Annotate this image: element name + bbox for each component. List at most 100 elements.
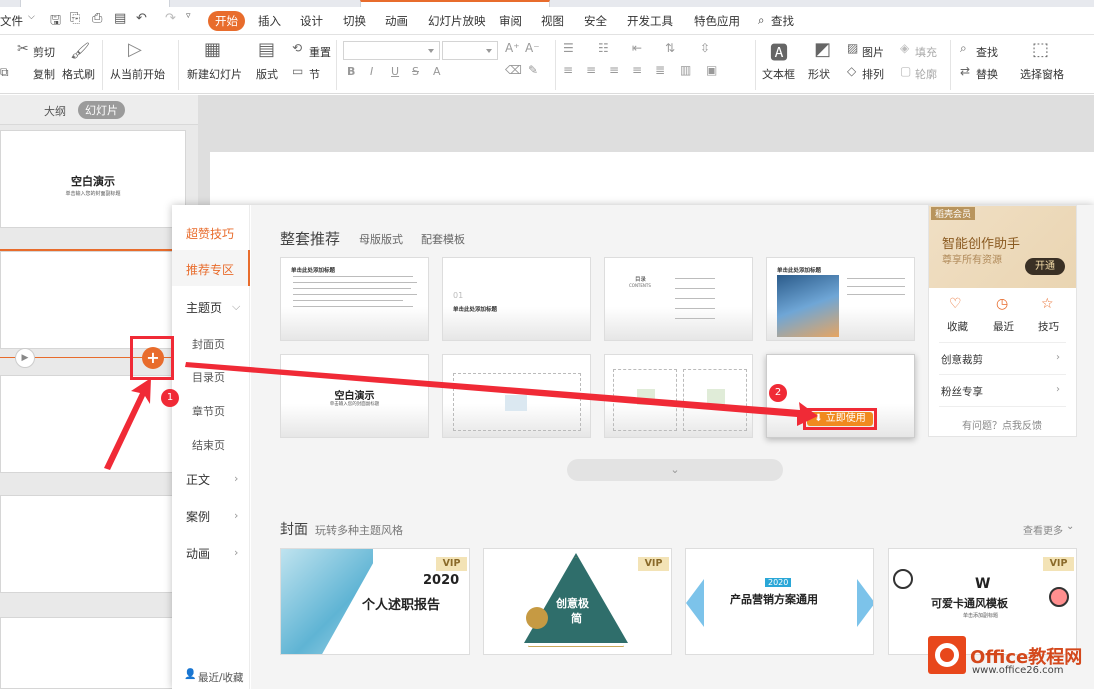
add-slide-button[interactable]: + — [142, 347, 164, 369]
slide-thumbnail[interactable] — [0, 375, 186, 473]
slide-thumbnail[interactable] — [0, 251, 186, 349]
tab-design[interactable]: 设计 — [300, 13, 323, 29]
new-slide-button[interactable]: 新建幻灯片 — [187, 66, 242, 82]
grow-font-icon[interactable]: A⁺ — [505, 41, 520, 55]
tab-outline[interactable]: 大纲 — [44, 103, 66, 119]
fill-icon[interactable]: ◈ — [900, 41, 909, 55]
template-card[interactable] — [604, 354, 753, 438]
replace-button[interactable]: 替换 — [976, 66, 998, 82]
new-slide-icon[interactable]: ▦ — [204, 39, 221, 60]
link-creative-crop[interactable]: 创意裁剪 — [941, 352, 983, 367]
search-icon[interactable]: ⌕ — [758, 13, 764, 28]
play-icon[interactable]: ▶ — [15, 348, 35, 368]
bold-button[interactable]: B — [347, 65, 355, 78]
nav-item-cases[interactable]: 案例 — [186, 508, 210, 525]
promo-tips[interactable]: 技巧 — [1038, 319, 1059, 334]
customize-icon[interactable]: ▿ — [186, 11, 191, 21]
cut-button[interactable]: 剪切 — [33, 44, 55, 60]
layout-button[interactable]: 版式 — [256, 66, 278, 82]
clock-icon[interactable]: ◷ — [996, 296, 1008, 312]
feedback-link[interactable]: 有问题？点我反馈 — [962, 417, 1042, 432]
italic-button[interactable]: I — [370, 65, 373, 78]
nav-item-recommended[interactable]: 推荐专区 — [186, 261, 234, 278]
layout-icon[interactable]: ▤ — [258, 39, 275, 60]
font-size-select[interactable] — [442, 41, 498, 60]
copy-icon[interactable]: ⧉ — [0, 65, 9, 80]
template-card[interactable]: 01 单击此处添加标题 — [442, 257, 591, 341]
picture-button[interactable]: 图片 — [862, 44, 884, 60]
template-card[interactable] — [442, 354, 591, 438]
template-card[interactable]: 单击此处添加标题 — [280, 257, 429, 341]
use-now-button[interactable]: ⬇ 立即使用 — [807, 412, 873, 426]
tab-animation[interactable]: 动画 — [385, 13, 408, 29]
view-more-link[interactable]: 查看更多 — [1023, 522, 1063, 537]
highlight-icon[interactable]: ✎ — [528, 63, 538, 77]
copy-button[interactable]: 复制 — [33, 66, 55, 82]
nav-item-chapter[interactable]: 章节页 — [192, 403, 225, 419]
cover-template-card[interactable]: VIP 2020 个人述职报告 — [280, 548, 470, 655]
cover-template-card[interactable]: VIP W 可爱卡通风模板 单击添加副标题 — [888, 548, 1077, 655]
shape-button[interactable]: 形状 — [808, 66, 830, 82]
slide-thumbnail[interactable]: 空白演示 单击输入您的封面副标题 — [0, 130, 186, 228]
eraser-icon[interactable]: ⌫ — [505, 63, 522, 77]
cover-template-card[interactable]: 2020 产品营销方案通用 — [685, 548, 874, 655]
play-icon[interactable]: ▷ — [128, 39, 142, 60]
replace-icon[interactable]: ⇄ — [960, 64, 970, 78]
outline-icon[interactable]: ▢ — [900, 64, 911, 78]
template-card-blank[interactable]: 空白演示 单击输入您的封面副标题 — [280, 354, 429, 438]
tab-matching-templates[interactable]: 配套模板 — [421, 231, 465, 247]
picture-icon[interactable]: ▨ — [847, 41, 858, 55]
font-name-select[interactable] — [343, 41, 440, 60]
bullets-icon[interactable]: ☰ — [563, 41, 574, 55]
heart-icon[interactable]: ♡ — [949, 296, 962, 312]
justify-icon[interactable]: ≡ — [632, 63, 642, 77]
tab-developer[interactable]: 开发工具 — [627, 13, 673, 29]
export-icon[interactable]: ⎘ — [70, 11, 80, 26]
selection-pane-icon[interactable]: ⬚ — [1032, 39, 1049, 60]
reset-button[interactable]: 重置 — [309, 44, 331, 60]
strike-button[interactable]: S — [412, 65, 419, 78]
tab-insert[interactable]: 插入 — [258, 13, 281, 29]
columns-icon[interactable]: ▥ — [680, 63, 691, 77]
tab-home[interactable]: 开始 — [208, 11, 245, 31]
align-center-icon[interactable]: ≡ — [586, 63, 596, 77]
cover-template-card[interactable]: VIP 创意极 简 — [483, 548, 672, 655]
selection-pane-button[interactable]: 选择窗格 — [1020, 66, 1064, 82]
textbox-icon[interactable]: 🅰 — [770, 39, 788, 65]
promo-banner[interactable]: 稻壳会员 智能创作助手 尊享所有资源 开通 — [929, 206, 1076, 288]
outline-button[interactable]: 轮廓 — [915, 66, 937, 82]
template-card[interactable]: 目录 CONTENTS — [604, 257, 753, 341]
font-color-button[interactable]: A — [433, 65, 441, 78]
tab-transition[interactable]: 切换 — [343, 13, 366, 29]
nav-title[interactable]: 超赞技巧 — [186, 225, 234, 242]
nav-item-animation[interactable]: 动画 — [186, 545, 210, 562]
tab-master-layouts[interactable]: 母版版式 — [359, 231, 403, 247]
nav-item-end[interactable]: 结束页 — [192, 437, 225, 453]
print-icon[interactable]: ⎙ — [92, 11, 102, 26]
expand-button[interactable]: ⌄ — [567, 459, 783, 481]
promo-favorites[interactable]: 收藏 — [947, 319, 968, 334]
find-icon[interactable]: ⌕ — [960, 41, 967, 56]
section-button[interactable]: 节 — [309, 66, 320, 82]
nav-item-cover[interactable]: 封面页 — [192, 336, 225, 352]
arrange-button[interactable]: 排列 — [862, 66, 884, 82]
doc-tab-active[interactable] — [360, 0, 550, 7]
undo-icon[interactable]: ↶ — [136, 11, 147, 26]
reset-icon[interactable]: ⟲ — [292, 41, 302, 55]
brush-icon[interactable]: 🖌 — [70, 41, 90, 60]
link-fan-exclusive[interactable]: 粉丝专享 — [941, 384, 983, 399]
menu-search[interactable]: 查找 — [771, 13, 794, 29]
nav-item-theme[interactable]: 主题页 — [186, 299, 222, 316]
arrange-icon[interactable]: ◇ — [847, 64, 856, 78]
slide-canvas[interactable] — [210, 152, 1094, 212]
star-icon[interactable]: ☆ — [1041, 296, 1054, 312]
numbering-icon[interactable]: ☷ — [598, 41, 609, 55]
slide-thumbnail[interactable] — [0, 617, 186, 689]
fill-button[interactable]: 填充 — [915, 44, 937, 60]
template-card-hover[interactable]: ⬇ 立即使用 — [766, 354, 915, 438]
tab-slideshow[interactable]: 幻灯片放映 — [428, 13, 486, 29]
slide-thumbnail[interactable] — [0, 495, 186, 593]
open-member-button[interactable]: 开通 — [1025, 258, 1065, 275]
format-painter-button[interactable]: 格式刷 — [62, 66, 95, 82]
play-from-current-button[interactable]: 从当前开始 — [110, 66, 165, 82]
